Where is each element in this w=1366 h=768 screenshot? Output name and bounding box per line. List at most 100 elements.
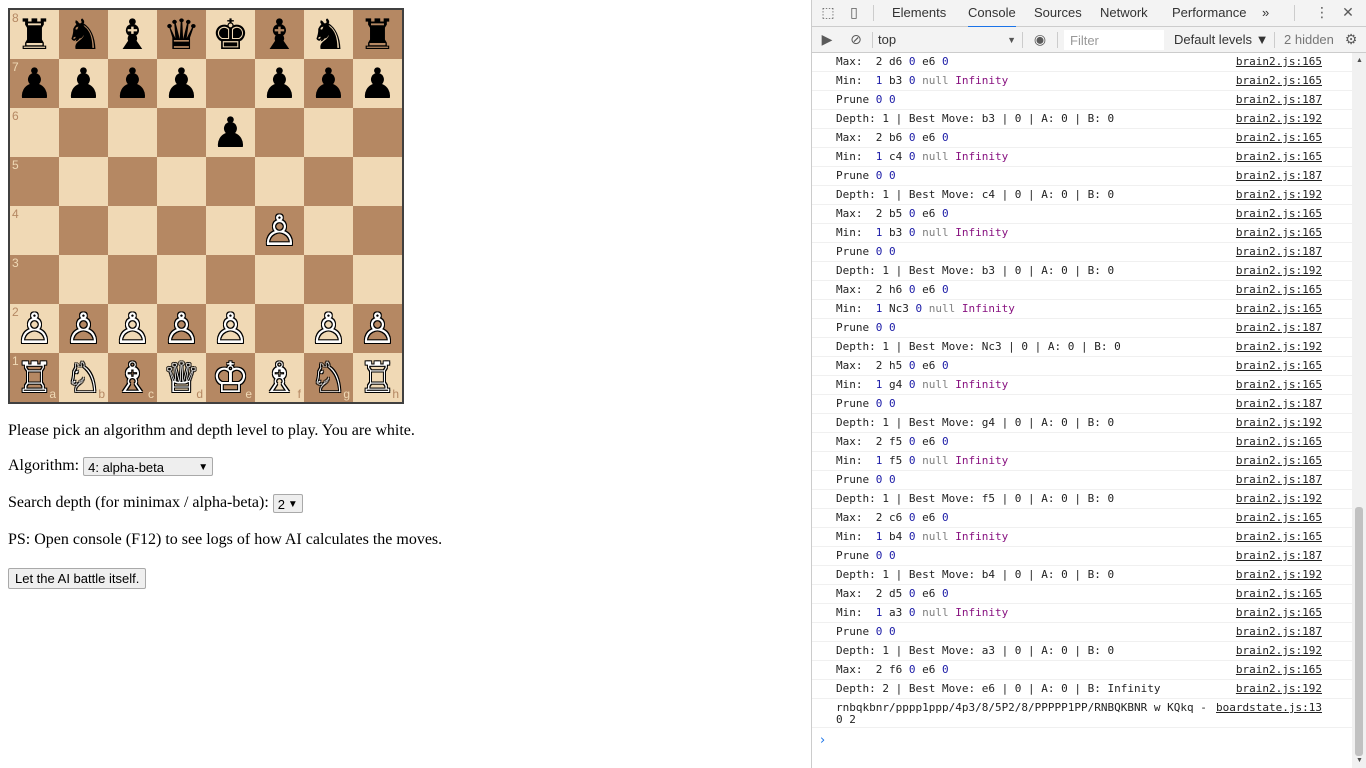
square-g3[interactable] bbox=[304, 255, 353, 304]
square-d8[interactable]: ♛ bbox=[157, 10, 206, 59]
black-piece-icon[interactable]: ♞ bbox=[65, 10, 103, 59]
close-icon[interactable]: ✕ bbox=[1339, 4, 1357, 22]
context-select[interactable]: top ▼ bbox=[878, 31, 1016, 49]
source-link[interactable]: brain2.js:165 bbox=[1236, 585, 1322, 603]
source-link[interactable]: brain2.js:187 bbox=[1236, 395, 1322, 413]
square-h7[interactable]: ♟ bbox=[353, 59, 402, 108]
black-piece-icon[interactable]: ♟ bbox=[310, 59, 348, 108]
chess-board[interactable]: ♜ 8 ♞ ♝ ♛ ♚ ♝ ♞ ♜ ♟ 7 ♟ ♟ ♟ ♟ ♟ ♟ 6 ♟ 5 4 ♙ 3 ♙ 2 ♙ ♙ ♙ ♙ ♙ ♙ ♖ 1 a ♘ b ♗ c ♕ d… bbox=[8, 8, 404, 404]
inspect-element-icon[interactable]: ⬚ bbox=[819, 4, 837, 22]
tab-performance[interactable]: Performance bbox=[1172, 0, 1246, 26]
source-link[interactable]: brain2.js:187 bbox=[1236, 91, 1322, 109]
black-piece-icon[interactable]: ♟ bbox=[65, 59, 103, 108]
square-h1[interactable]: ♖ h bbox=[353, 353, 402, 402]
square-g1[interactable]: ♘ g bbox=[304, 353, 353, 402]
square-e3[interactable] bbox=[206, 255, 255, 304]
square-b2[interactable]: ♙ bbox=[59, 304, 108, 353]
white-piece-icon[interactable]: ♖ bbox=[16, 353, 54, 402]
square-b6[interactable] bbox=[59, 108, 108, 157]
source-link[interactable]: brain2.js:187 bbox=[1236, 319, 1322, 337]
white-piece-icon[interactable]: ♙ bbox=[359, 304, 397, 353]
black-piece-icon[interactable]: ♟ bbox=[114, 59, 152, 108]
square-a6[interactable]: 6 bbox=[10, 108, 59, 157]
source-link[interactable]: brain2.js:187 bbox=[1236, 547, 1322, 565]
white-piece-icon[interactable]: ♙ bbox=[261, 206, 299, 255]
square-a8[interactable]: ♜ 8 bbox=[10, 10, 59, 59]
source-link[interactable]: brain2.js:165 bbox=[1236, 148, 1322, 166]
square-g8[interactable]: ♞ bbox=[304, 10, 353, 59]
source-link[interactable]: brain2.js:192 bbox=[1236, 490, 1322, 508]
square-b3[interactable] bbox=[59, 255, 108, 304]
square-d5[interactable] bbox=[157, 157, 206, 206]
sidebar-toggle-icon[interactable]: ▶ bbox=[818, 31, 836, 49]
square-e5[interactable] bbox=[206, 157, 255, 206]
square-d3[interactable] bbox=[157, 255, 206, 304]
source-link[interactable]: brain2.js:165 bbox=[1236, 604, 1322, 622]
square-e2[interactable]: ♙ bbox=[206, 304, 255, 353]
square-h4[interactable] bbox=[353, 206, 402, 255]
square-d6[interactable] bbox=[157, 108, 206, 157]
tab-sources[interactable]: Sources bbox=[1034, 0, 1082, 26]
source-link[interactable]: brain2.js:187 bbox=[1236, 243, 1322, 261]
white-piece-icon[interactable]: ♙ bbox=[16, 304, 54, 353]
console-filter-input[interactable] bbox=[1064, 30, 1164, 50]
black-piece-icon[interactable]: ♞ bbox=[310, 10, 348, 59]
source-link[interactable]: brain2.js:165 bbox=[1236, 376, 1322, 394]
square-c3[interactable] bbox=[108, 255, 157, 304]
log-levels-select[interactable]: Default levels ▼ bbox=[1174, 31, 1269, 49]
source-link[interactable]: brain2.js:165 bbox=[1236, 357, 1322, 375]
square-b8[interactable]: ♞ bbox=[59, 10, 108, 59]
square-a4[interactable]: 4 bbox=[10, 206, 59, 255]
square-a7[interactable]: ♟ 7 bbox=[10, 59, 59, 108]
source-link[interactable]: brain2.js:187 bbox=[1236, 167, 1322, 185]
square-e7[interactable] bbox=[206, 59, 255, 108]
square-h5[interactable] bbox=[353, 157, 402, 206]
source-link[interactable]: brain2.js:165 bbox=[1236, 129, 1322, 147]
square-h2[interactable]: ♙ bbox=[353, 304, 402, 353]
scroll-up-icon[interactable]: ▲ bbox=[1356, 57, 1363, 64]
eye-icon[interactable]: ◉ bbox=[1031, 31, 1049, 49]
source-link[interactable]: brain2.js:165 bbox=[1236, 300, 1322, 318]
clear-console-icon[interactable]: ⊘ bbox=[847, 31, 865, 49]
source-link[interactable]: brain2.js:192 bbox=[1236, 338, 1322, 356]
square-a5[interactable]: 5 bbox=[10, 157, 59, 206]
white-piece-icon[interactable]: ♙ bbox=[212, 304, 250, 353]
black-piece-icon[interactable]: ♜ bbox=[16, 10, 54, 59]
square-h8[interactable]: ♜ bbox=[353, 10, 402, 59]
square-e1[interactable]: ♔ e bbox=[206, 353, 255, 402]
black-piece-icon[interactable]: ♟ bbox=[359, 59, 397, 108]
square-c5[interactable] bbox=[108, 157, 157, 206]
source-link[interactable]: brain2.js:187 bbox=[1236, 623, 1322, 641]
square-c2[interactable]: ♙ bbox=[108, 304, 157, 353]
square-d7[interactable]: ♟ bbox=[157, 59, 206, 108]
square-g6[interactable] bbox=[304, 108, 353, 157]
settings-gear-icon[interactable]: ⚙ bbox=[1342, 31, 1360, 49]
device-toolbar-icon[interactable]: ▯ bbox=[845, 4, 863, 22]
console-prompt-icon[interactable]: › bbox=[820, 733, 825, 748]
depth-select[interactable]: 2 ▼ bbox=[272, 494, 303, 513]
source-link[interactable]: brain2.js:165 bbox=[1236, 53, 1322, 71]
square-e8[interactable]: ♚ bbox=[206, 10, 255, 59]
source-link[interactable]: brain2.js:192 bbox=[1236, 186, 1322, 204]
square-b4[interactable] bbox=[59, 206, 108, 255]
console-scrollbar[interactable]: ▲ ▼ bbox=[1352, 53, 1366, 768]
square-g5[interactable] bbox=[304, 157, 353, 206]
source-link[interactable]: brain2.js:192 bbox=[1236, 110, 1322, 128]
square-d1[interactable]: ♕ d bbox=[157, 353, 206, 402]
white-piece-icon[interactable]: ♕ bbox=[163, 353, 201, 402]
white-piece-icon[interactable]: ♙ bbox=[65, 304, 103, 353]
black-piece-icon[interactable]: ♜ bbox=[359, 10, 397, 59]
black-piece-icon[interactable]: ♚ bbox=[212, 10, 250, 59]
source-link[interactable]: brain2.js:165 bbox=[1236, 661, 1322, 679]
square-d2[interactable]: ♙ bbox=[157, 304, 206, 353]
black-piece-icon[interactable]: ♟ bbox=[212, 108, 250, 157]
square-e4[interactable] bbox=[206, 206, 255, 255]
square-g4[interactable] bbox=[304, 206, 353, 255]
white-piece-icon[interactable]: ♘ bbox=[310, 353, 348, 402]
tab-network[interactable]: Network bbox=[1100, 0, 1148, 26]
white-piece-icon[interactable]: ♙ bbox=[310, 304, 348, 353]
black-piece-icon[interactable]: ♝ bbox=[261, 10, 299, 59]
black-piece-icon[interactable]: ♟ bbox=[16, 59, 54, 108]
square-a3[interactable]: 3 bbox=[10, 255, 59, 304]
square-f1[interactable]: ♗ f bbox=[255, 353, 304, 402]
